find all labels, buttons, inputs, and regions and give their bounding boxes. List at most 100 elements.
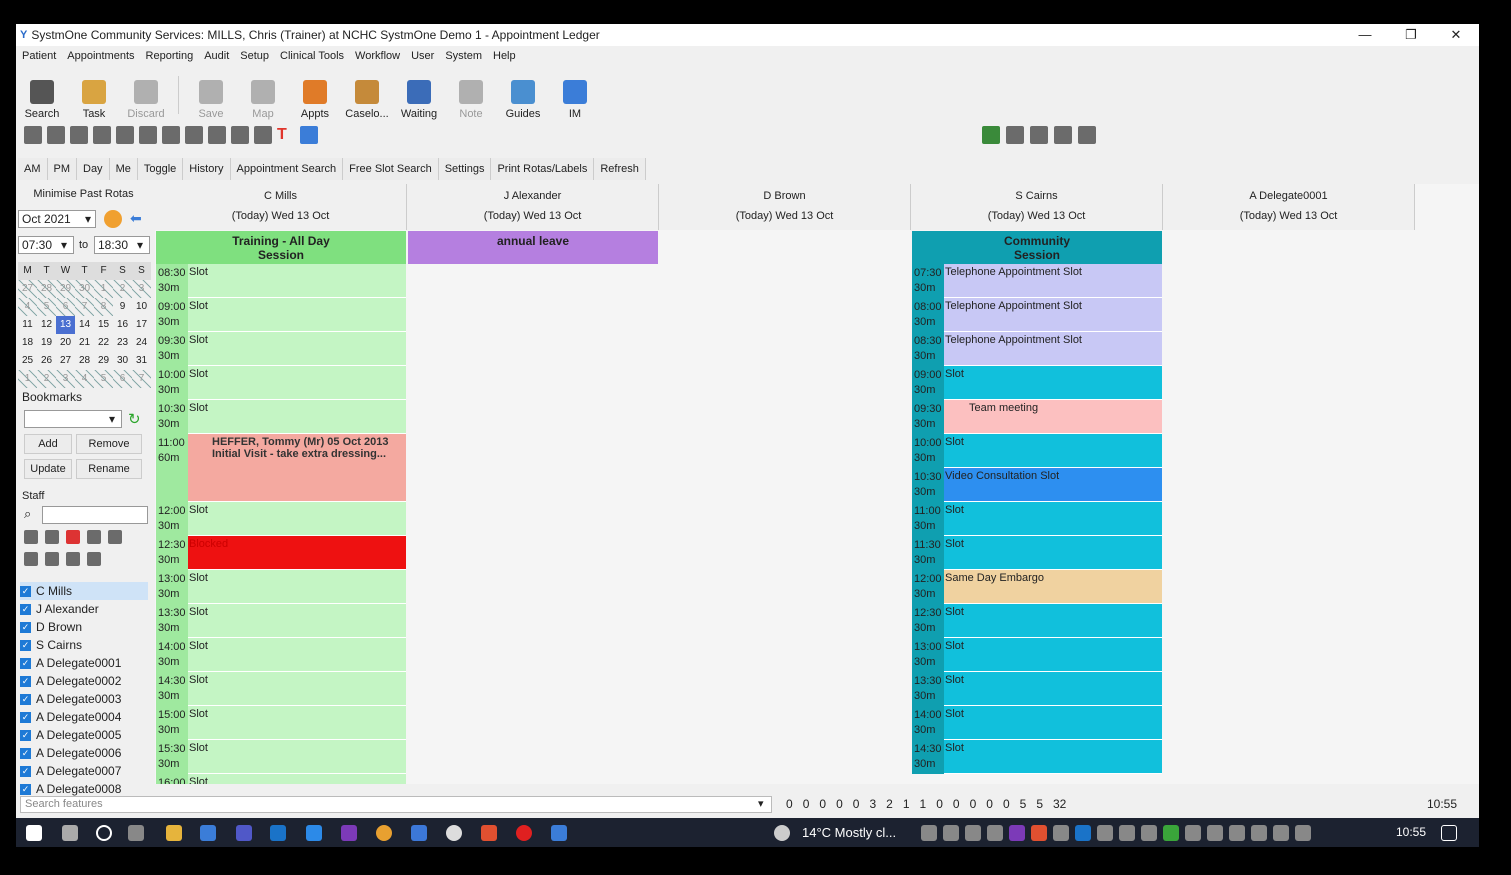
- calendar-day[interactable]: 30: [113, 352, 132, 370]
- appointment-search-button[interactable]: Appointment Search: [230, 158, 344, 180]
- calendar-day[interactable]: 28: [75, 352, 94, 370]
- session-band[interactable]: Community Session: [912, 231, 1162, 264]
- person-icon[interactable]: [24, 552, 38, 566]
- appointment-slot[interactable]: 10:00 30m Slot: [156, 366, 406, 400]
- staff-list-item[interactable]: ✓ A Delegate0002: [20, 672, 148, 690]
- tray-icon[interactable]: [943, 825, 959, 841]
- calendar-day[interactable]: 20: [56, 334, 75, 352]
- remove-bookmark-button[interactable]: Remove: [76, 434, 142, 454]
- checkbox-icon[interactable]: ✓: [20, 729, 31, 741]
- tray-icon[interactable]: [1119, 825, 1135, 841]
- tray-icon[interactable]: [921, 825, 937, 841]
- checkbox-icon[interactable]: ✓: [20, 783, 31, 795]
- report-icon[interactable]: [1030, 126, 1048, 144]
- menu-patient[interactable]: Patient: [22, 50, 56, 62]
- tool-icon[interactable]: [70, 126, 88, 144]
- appointment-slot[interactable]: 13:00 30m Slot: [156, 570, 406, 604]
- guides-button[interactable]: Guides: [497, 70, 549, 120]
- bookmarks-select[interactable]: ▾: [24, 410, 122, 428]
- report-icon[interactable]: [1054, 126, 1072, 144]
- checkbox-icon[interactable]: ✓: [20, 675, 31, 687]
- calendar-day[interactable]: 16: [113, 316, 132, 334]
- calendar-day[interactable]: 5: [94, 370, 113, 388]
- tray-icon[interactable]: [1185, 825, 1201, 841]
- tool-icon[interactable]: [116, 126, 134, 144]
- staff-list-item[interactable]: ✓ A Delegate0007: [20, 762, 148, 780]
- map-button[interactable]: Map: [237, 70, 289, 120]
- person-icon[interactable]: [45, 552, 59, 566]
- calendar-day[interactable]: 9: [113, 298, 132, 316]
- tray-icon[interactable]: [1141, 825, 1157, 841]
- calendar-day[interactable]: 6: [56, 298, 75, 316]
- tray-icon[interactable]: [1251, 825, 1267, 841]
- tray-icon[interactable]: [1273, 825, 1289, 841]
- am-button[interactable]: AM: [18, 158, 48, 180]
- calendar-day[interactable]: 31: [132, 352, 151, 370]
- tray-icon[interactable]: [965, 825, 981, 841]
- outlook-icon[interactable]: [270, 825, 286, 841]
- calendar-day[interactable]: 13: [56, 316, 75, 334]
- notification-icon[interactable]: [1441, 825, 1457, 841]
- calendar-day[interactable]: 10: [132, 298, 151, 316]
- checkbox-icon[interactable]: ✓: [20, 747, 31, 759]
- appointment-slot[interactable]: 10:00 30m Slot: [912, 434, 1162, 468]
- calendar-day[interactable]: 27: [18, 280, 37, 298]
- menu-clinical-tools[interactable]: Clinical Tools: [280, 50, 344, 62]
- systmone-icon[interactable]: [551, 825, 567, 841]
- end-time-select[interactable]: 18:30 ▾: [94, 236, 150, 254]
- calendar-day[interactable]: 25: [18, 352, 37, 370]
- filter-icon[interactable]: [66, 530, 80, 544]
- person-tool-icon[interactable]: [300, 126, 318, 144]
- update-bookmark-button[interactable]: Update: [24, 459, 72, 479]
- cortana-icon[interactable]: [96, 825, 112, 841]
- calendar-day[interactable]: 4: [75, 370, 94, 388]
- tool-icon[interactable]: [231, 126, 249, 144]
- calendar-day[interactable]: 2: [37, 370, 56, 388]
- windows-start-icon[interactable]: [26, 825, 42, 841]
- zoom-icon[interactable]: [66, 552, 80, 566]
- staff-list-item[interactable]: ✓ J Alexander: [20, 600, 148, 618]
- pm-button[interactable]: PM: [47, 158, 77, 180]
- appointment-slot[interactable]: 08:00 30m Telephone Appointment Slot: [912, 298, 1162, 332]
- menu-user[interactable]: User: [411, 50, 434, 62]
- rename-bookmark-button[interactable]: Rename: [76, 459, 142, 479]
- appts-button[interactable]: Appts: [289, 70, 341, 120]
- calendar-day[interactable]: 23: [113, 334, 132, 352]
- calendar-day[interactable]: 1: [94, 280, 113, 298]
- text-tool-icon[interactable]: T: [277, 126, 295, 146]
- calendar-day[interactable]: 1: [18, 370, 37, 388]
- tool-icon[interactable]: [139, 126, 157, 144]
- checkbox-icon[interactable]: ✓: [20, 657, 31, 669]
- caselo-button[interactable]: Caselo...: [341, 70, 393, 120]
- checkbox-icon[interactable]: ✓: [20, 621, 31, 633]
- calendar-day[interactable]: 29: [56, 280, 75, 298]
- appointment-slot[interactable]: 13:30 30m Slot: [912, 672, 1162, 706]
- calendar-day[interactable]: 28: [37, 280, 56, 298]
- tool-icon[interactable]: [208, 126, 226, 144]
- gender-icon[interactable]: [87, 530, 101, 544]
- search-button[interactable]: Search: [16, 70, 68, 120]
- save-button[interactable]: Save: [185, 70, 237, 120]
- menu-help[interactable]: Help: [493, 50, 516, 62]
- close-icon[interactable]: ✕: [1433, 24, 1479, 46]
- gender-icon[interactable]: [108, 530, 122, 544]
- today-icon[interactable]: [104, 210, 122, 228]
- filter-icon[interactable]: [45, 530, 59, 544]
- im-button[interactable]: IM: [549, 70, 601, 120]
- add-bookmark-button[interactable]: Add: [24, 434, 72, 454]
- appointment-slot[interactable]: 14:30 30m Slot: [912, 740, 1162, 774]
- staff-list-item[interactable]: ✓ A Delegate0005: [20, 726, 148, 744]
- appointment-slot[interactable]: 11:00 30m Slot: [912, 502, 1162, 536]
- menu-setup[interactable]: Setup: [240, 50, 269, 62]
- minimise-past-rotas-button[interactable]: Minimise Past Rotas: [16, 184, 151, 204]
- appointment-slot[interactable]: 09:00 30m Slot: [912, 366, 1162, 400]
- tray-icon[interactable]: [1097, 825, 1113, 841]
- calendar-day[interactable]: 7: [132, 370, 151, 388]
- calendar-day[interactable]: 22: [94, 334, 113, 352]
- appointment-slot[interactable]: 12:00 30m Slot: [156, 502, 406, 536]
- filter-icon[interactable]: [24, 530, 38, 544]
- task-view-icon[interactable]: [128, 825, 144, 841]
- calendar-day[interactable]: 21: [75, 334, 94, 352]
- appointment-slot[interactable]: 14:00 30m Slot: [156, 638, 406, 672]
- tray-icon[interactable]: [1075, 825, 1091, 841]
